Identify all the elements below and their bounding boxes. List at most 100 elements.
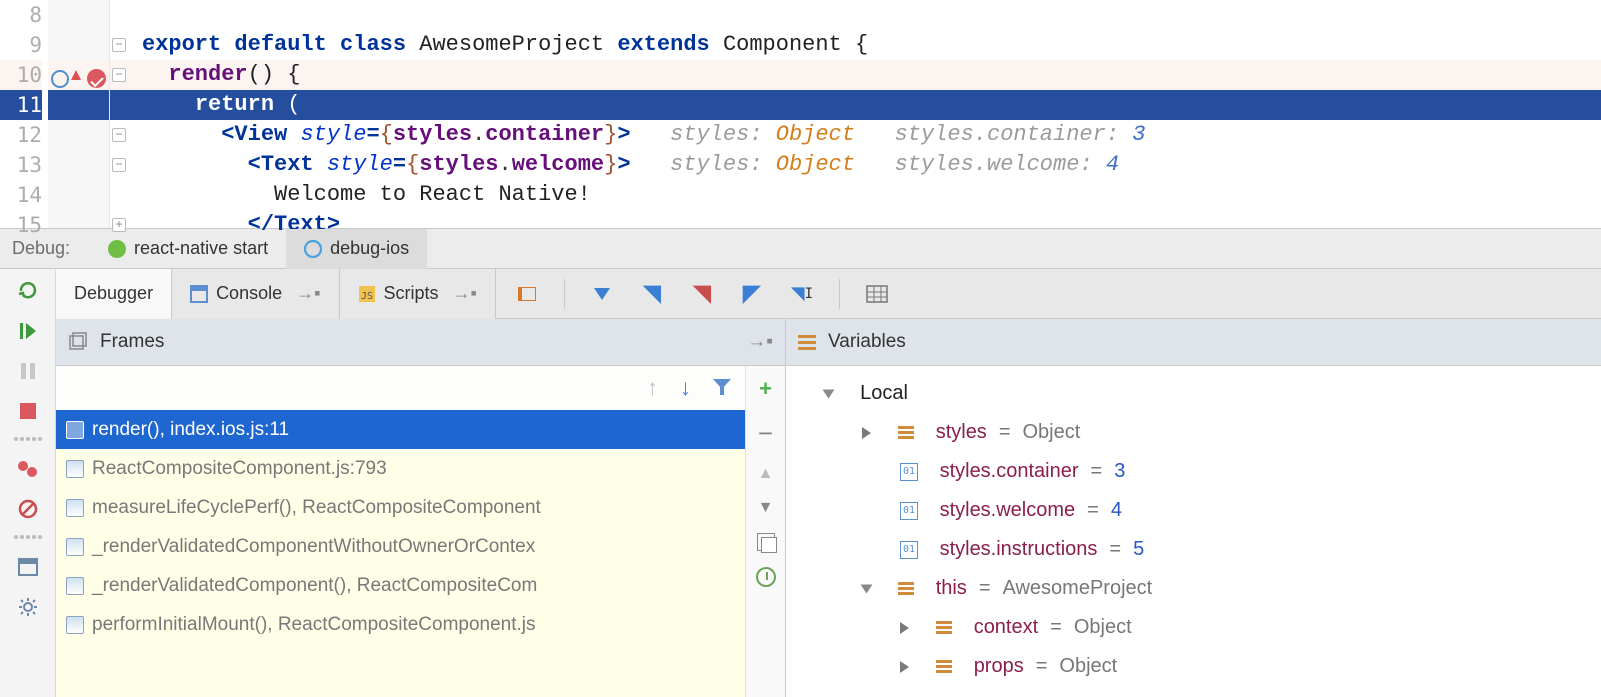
marker-gutter[interactable] [48, 0, 110, 228]
frame-row[interactable]: ReactCompositeComponent.js:793 [56, 449, 745, 488]
variables-panel: Variables Local styles = Object 01 style… [786, 319, 1601, 697]
line-number: 8 [0, 0, 42, 30]
add-watch-button[interactable]: + [759, 376, 772, 402]
line-number: 15 [0, 210, 42, 240]
var-row[interactable]: 01 styles.container = 3 [796, 452, 1591, 491]
chevron-down-icon[interactable] [823, 389, 835, 398]
resume-button[interactable] [14, 317, 42, 345]
execution-point-icon [51, 70, 69, 88]
scope-row[interactable]: Local [796, 374, 1591, 413]
line-number: 11 [0, 90, 42, 120]
var-row[interactable]: 01 styles.welcome = 4 [796, 491, 1591, 530]
chevron-right-icon[interactable] [900, 622, 909, 634]
chevron-right-icon[interactable] [900, 661, 909, 673]
frame-icon [66, 499, 84, 517]
step-over-button[interactable] [589, 281, 615, 307]
frame-row[interactable]: performInitialMount(), ReactCompositeCom… [56, 605, 745, 644]
frames-title: Frames [100, 331, 164, 353]
run-to-cursor-button[interactable]: ◥I [789, 281, 815, 307]
line-number: 13 [0, 150, 42, 180]
force-step-into-button[interactable]: ◥ [689, 281, 715, 307]
tab-console[interactable]: Console→▪ [172, 269, 339, 319]
fold-icon[interactable]: + [112, 218, 126, 232]
frame-icon [66, 460, 84, 478]
var-row[interactable]: this = AwesomeProject [796, 569, 1591, 608]
line-number: 9 [0, 30, 42, 60]
frame-icon [66, 616, 84, 634]
layout-button[interactable] [14, 553, 42, 581]
copy-button[interactable] [757, 533, 775, 551]
console-icon [190, 285, 208, 303]
frame-row[interactable]: _renderValidatedComponentWithoutOwnerOrC… [56, 527, 745, 566]
tab-debugger[interactable]: Debugger [56, 269, 172, 319]
next-frame-button[interactable]: ↓ [680, 375, 691, 401]
show-execution-point-button[interactable] [514, 281, 540, 307]
run-config-tab-react-native-start[interactable]: react-native start [90, 229, 286, 269]
variables-tree[interactable]: Local styles = Object 01 styles.containe… [786, 366, 1601, 697]
scripts-icon: JS [358, 285, 376, 303]
show-watches-button[interactable] [756, 567, 776, 587]
frame-row[interactable]: render(), index.ios.js:11 [56, 410, 745, 449]
run-config-tab-debug-ios[interactable]: debug-ios [286, 229, 427, 269]
separator-icon [14, 437, 42, 443]
frame-icon [66, 577, 84, 595]
frames-toolbar: ↑ ↓ [56, 366, 745, 410]
line-number: 10 [0, 60, 42, 90]
chevron-down-icon[interactable] [861, 584, 873, 593]
frame-row[interactable]: _renderValidatedComponent(), ReactCompos… [56, 566, 745, 605]
line-number-gutter: 8 9 10 11 12 13 14 15 [0, 0, 48, 228]
react-icon [304, 240, 322, 258]
fold-icon[interactable]: − [112, 38, 126, 52]
variables-title: Variables [828, 331, 906, 353]
debug-side-toolbar [0, 269, 56, 697]
frame-row[interactable]: measureLifeCyclePerf(), ReactCompositeCo… [56, 488, 745, 527]
code-area[interactable]: export default class AwesomeProject exte… [128, 0, 1601, 228]
fold-gutter[interactable]: − − − − + [110, 0, 128, 228]
filter-button[interactable] [713, 379, 731, 397]
code-editor[interactable]: 8 9 10 11 12 13 14 15 − − − − + export [0, 0, 1601, 229]
line-number: 14 [0, 180, 42, 210]
frame-icon [66, 421, 84, 439]
separator-icon [14, 535, 42, 541]
prev-frame-button[interactable]: ↑ [647, 375, 658, 401]
svg-text:JS: JS [361, 291, 373, 302]
move-up-button[interactable]: ▲ [758, 465, 774, 483]
var-row[interactable]: context = Object [796, 608, 1591, 647]
tab-scripts[interactable]: JS Scripts→▪ [340, 269, 496, 319]
rerun-button[interactable] [14, 277, 42, 305]
frame-icon [66, 538, 84, 556]
primitive-icon: 01 [900, 502, 918, 520]
fold-icon[interactable]: − [112, 68, 126, 82]
bug-icon [108, 240, 126, 258]
chevron-right-icon[interactable] [862, 427, 871, 439]
debug-tab-bar: Debugger Console→▪ JS Scripts→▪ ◥ ◥ ◤ ◥I [56, 269, 1601, 319]
fold-icon[interactable]: − [112, 158, 126, 172]
evaluate-expression-button[interactable] [864, 281, 890, 307]
var-row[interactable]: styles = Object [796, 413, 1591, 452]
frames-icon [68, 332, 88, 352]
step-into-button[interactable]: ◥ [639, 281, 665, 307]
primitive-icon: 01 [900, 463, 918, 481]
primitive-icon: 01 [900, 541, 918, 559]
breakpoint-icon[interactable] [87, 69, 106, 88]
frames-mini-toolbar: + − ▲ ▼ [745, 366, 785, 697]
move-down-button[interactable]: ▼ [758, 499, 774, 517]
run-config-label: debug-ios [330, 238, 409, 259]
view-breakpoints-button[interactable] [14, 455, 42, 483]
line-number: 12 [0, 120, 42, 150]
pause-button[interactable] [14, 357, 42, 385]
mute-breakpoints-button[interactable] [14, 495, 42, 523]
remove-watch-button[interactable]: − [758, 418, 773, 449]
debug-tool-window: Debugger Console→▪ JS Scripts→▪ ◥ ◥ ◤ ◥I [0, 269, 1601, 697]
var-row[interactable]: 01 styles.instructions = 5 [796, 530, 1591, 569]
var-row[interactable]: props = Object [796, 647, 1591, 686]
stop-button[interactable] [14, 397, 42, 425]
step-out-button[interactable]: ◤ [739, 281, 765, 307]
object-icon [936, 621, 952, 634]
fold-icon[interactable]: − [112, 128, 126, 142]
frames-list[interactable]: render(), index.ios.js:11 ReactComposite… [56, 410, 745, 697]
object-icon [898, 426, 914, 439]
object-icon [898, 582, 914, 595]
settings-button[interactable] [14, 593, 42, 621]
frames-options-icon[interactable]: →▪ [747, 331, 773, 353]
